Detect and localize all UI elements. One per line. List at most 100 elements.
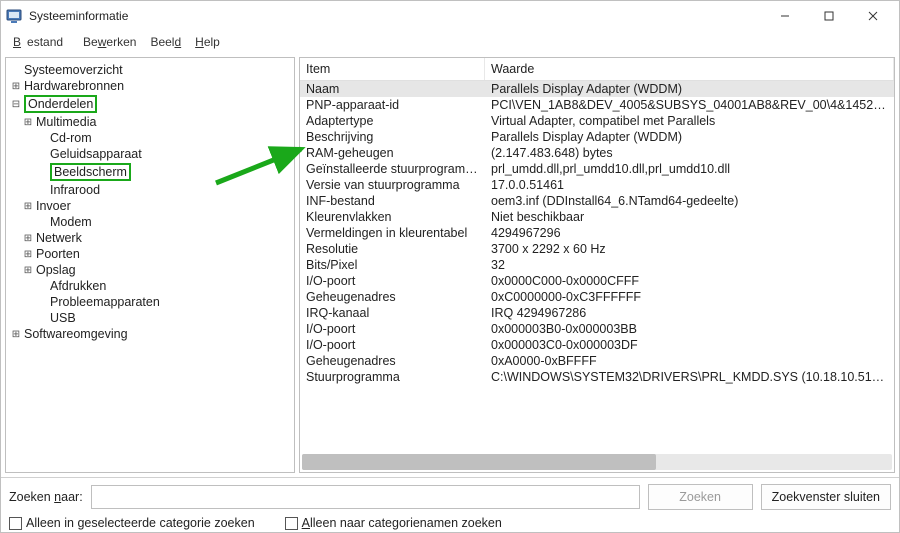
titlebar: Systeeminformatie [1,1,899,31]
tree-multimedia[interactable]: ⊞Multimedia [6,114,294,130]
menu-view[interactable]: Beeld [144,33,187,51]
row-key: Versie van stuurprogramma [306,178,491,192]
row-value: 32 [491,258,888,272]
tree-usb[interactable]: USB [6,310,294,326]
row-value: IRQ 4294967286 [491,306,888,320]
collapse-icon[interactable]: ⊟ [10,99,22,110]
row-key: Geïnstalleerde stuurprogramm… [306,162,491,176]
tree-storage[interactable]: ⊞Opslag [6,262,294,278]
row-key: Geheugenadres [306,290,491,304]
row-value: 0xC0000000-0xC3FFFFFF [491,290,888,304]
menu-help[interactable]: Help [189,33,226,51]
details-row[interactable]: Vermeldingen in kleurentabel4294967296 [300,225,894,241]
window: Systeeminformatie Bestand Bewerken Beeld… [0,0,900,533]
tree-components[interactable]: ⊟Onderdelen [6,94,294,114]
expand-icon[interactable]: ⊞ [10,81,22,92]
tree-sound[interactable]: Geluidsapparaat [6,146,294,162]
details-row[interactable]: I/O-poort0x000003B0-0x000003BB [300,321,894,337]
details-row[interactable]: PNP-apparaat-idPCI\VEN_1AB8&DEV_4005&SUB… [300,97,894,113]
row-value: 17.0.0.51461 [491,178,888,192]
row-key: Naam [306,82,491,96]
tree-cdrom[interactable]: Cd-rom [6,130,294,146]
details-row[interactable]: AdaptertypeVirtual Adapter, compatibel m… [300,113,894,129]
row-key: Vermeldingen in kleurentabel [306,226,491,240]
scrollbar-thumb[interactable] [302,454,656,470]
details-row[interactable]: Resolutie3700 x 2292 x 60 Hz [300,241,894,257]
expand-icon[interactable]: ⊞ [22,265,34,276]
tree-infrared[interactable]: Infrarood [6,182,294,198]
checkbox-category-names[interactable]: Alleen naar categorienamen zoeken [285,516,502,530]
tree-problem-devices[interactable]: Probleemapparaten [6,294,294,310]
tree-input[interactable]: ⊞Invoer [6,198,294,214]
row-key: I/O-poort [306,338,491,352]
details-row[interactable]: RAM-geheugen(2.147.483.648) bytes [300,145,894,161]
row-key: Beschrijving [306,130,491,144]
row-key: I/O-poort [306,274,491,288]
details-row[interactable]: I/O-poort0x000003C0-0x000003DF [300,337,894,353]
window-title: Systeeminformatie [29,9,763,23]
checkbox-icon [285,517,298,530]
expand-icon[interactable]: ⊞ [22,233,34,244]
row-key: I/O-poort [306,322,491,336]
search-input[interactable] [91,485,640,509]
details-row[interactable]: StuurprogrammaC:\WINDOWS\SYSTEM32\DRIVER… [300,369,894,385]
maximize-button[interactable] [807,1,851,31]
row-key: Kleurenvlakken [306,210,491,224]
tree-modem[interactable]: Modem [6,214,294,230]
row-key: Geheugenadres [306,354,491,368]
tree-printing[interactable]: Afdrukken [6,278,294,294]
details-rows: NaamParallels Display Adapter (WDDM)PNP-… [300,81,894,452]
details-row[interactable]: NaamParallels Display Adapter (WDDM) [300,81,894,97]
menu-edit[interactable]: Bewerken [77,33,142,51]
details-header: Item Waarde [300,58,894,81]
close-button[interactable] [851,1,895,31]
minimize-button[interactable] [763,1,807,31]
expand-icon[interactable]: ⊞ [10,329,22,340]
search-button[interactable]: Zoeken [648,484,753,510]
tree-system-summary[interactable]: Systeemoverzicht [6,62,294,78]
tree-panel: Systeemoverzicht ⊞Hardwarebronnen ⊟Onder… [5,57,295,473]
details-panel: Item Waarde NaamParallels Display Adapte… [299,57,895,473]
header-value[interactable]: Waarde [485,58,894,80]
details-row[interactable]: IRQ-kanaalIRQ 4294967286 [300,305,894,321]
expand-icon[interactable]: ⊞ [22,201,34,212]
row-value: 4294967296 [491,226,888,240]
checkbox-selected-category[interactable]: Alleen in geselecteerde categorie zoeken [9,516,255,530]
tree-network[interactable]: ⊞Netwerk [6,230,294,246]
row-key: INF-bestand [306,194,491,208]
tree-software-env[interactable]: ⊞Softwareomgeving [6,326,294,342]
horizontal-scrollbar[interactable] [302,454,892,470]
tree-display[interactable]: Beeldscherm [6,162,294,182]
checkbox-icon [9,517,22,530]
tree-hardware-resources[interactable]: ⊞Hardwarebronnen [6,78,294,94]
row-key: Adaptertype [306,114,491,128]
row-value: Niet beschikbaar [491,210,888,224]
details-row[interactable]: INF-bestandoem3.inf (DDInstall64_6.NTamd… [300,193,894,209]
details-row[interactable]: Bits/Pixel32 [300,257,894,273]
row-key: IRQ-kanaal [306,306,491,320]
row-key: RAM-geheugen [306,146,491,160]
row-key: Bits/Pixel [306,258,491,272]
details-row[interactable]: Geheugenadres0xC0000000-0xC3FFFFFF [300,289,894,305]
close-search-button[interactable]: Zoekvenster sluiten [761,484,891,510]
expand-icon[interactable]: ⊞ [22,117,34,128]
menubar: Bestand Bewerken Beeld Help [1,31,899,53]
details-row[interactable]: Versie van stuurprogramma17.0.0.51461 [300,177,894,193]
header-item[interactable]: Item [300,58,485,80]
row-value: (2.147.483.648) bytes [491,146,888,160]
row-key: PNP-apparaat-id [306,98,491,112]
details-row[interactable]: Geheugenadres0xA0000-0xBFFFF [300,353,894,369]
row-value: 0xA0000-0xBFFFF [491,354,888,368]
row-value: Virtual Adapter, compatibel met Parallel… [491,114,888,128]
row-value: 3700 x 2292 x 60 Hz [491,242,888,256]
details-row[interactable]: KleurenvlakkenNiet beschikbaar [300,209,894,225]
tree-ports[interactable]: ⊞Poorten [6,246,294,262]
details-row[interactable]: I/O-poort0x0000C000-0x0000CFFF [300,273,894,289]
details-row[interactable]: Geïnstalleerde stuurprogramm…prl_umdd.dl… [300,161,894,177]
details-row[interactable]: BeschrijvingParallels Display Adapter (W… [300,129,894,145]
search-label: Zoeken naar: [9,490,83,504]
row-key: Resolutie [306,242,491,256]
row-value: Parallels Display Adapter (WDDM) [491,82,888,96]
expand-icon[interactable]: ⊞ [22,249,34,260]
menu-file[interactable]: Bestand [7,33,75,51]
